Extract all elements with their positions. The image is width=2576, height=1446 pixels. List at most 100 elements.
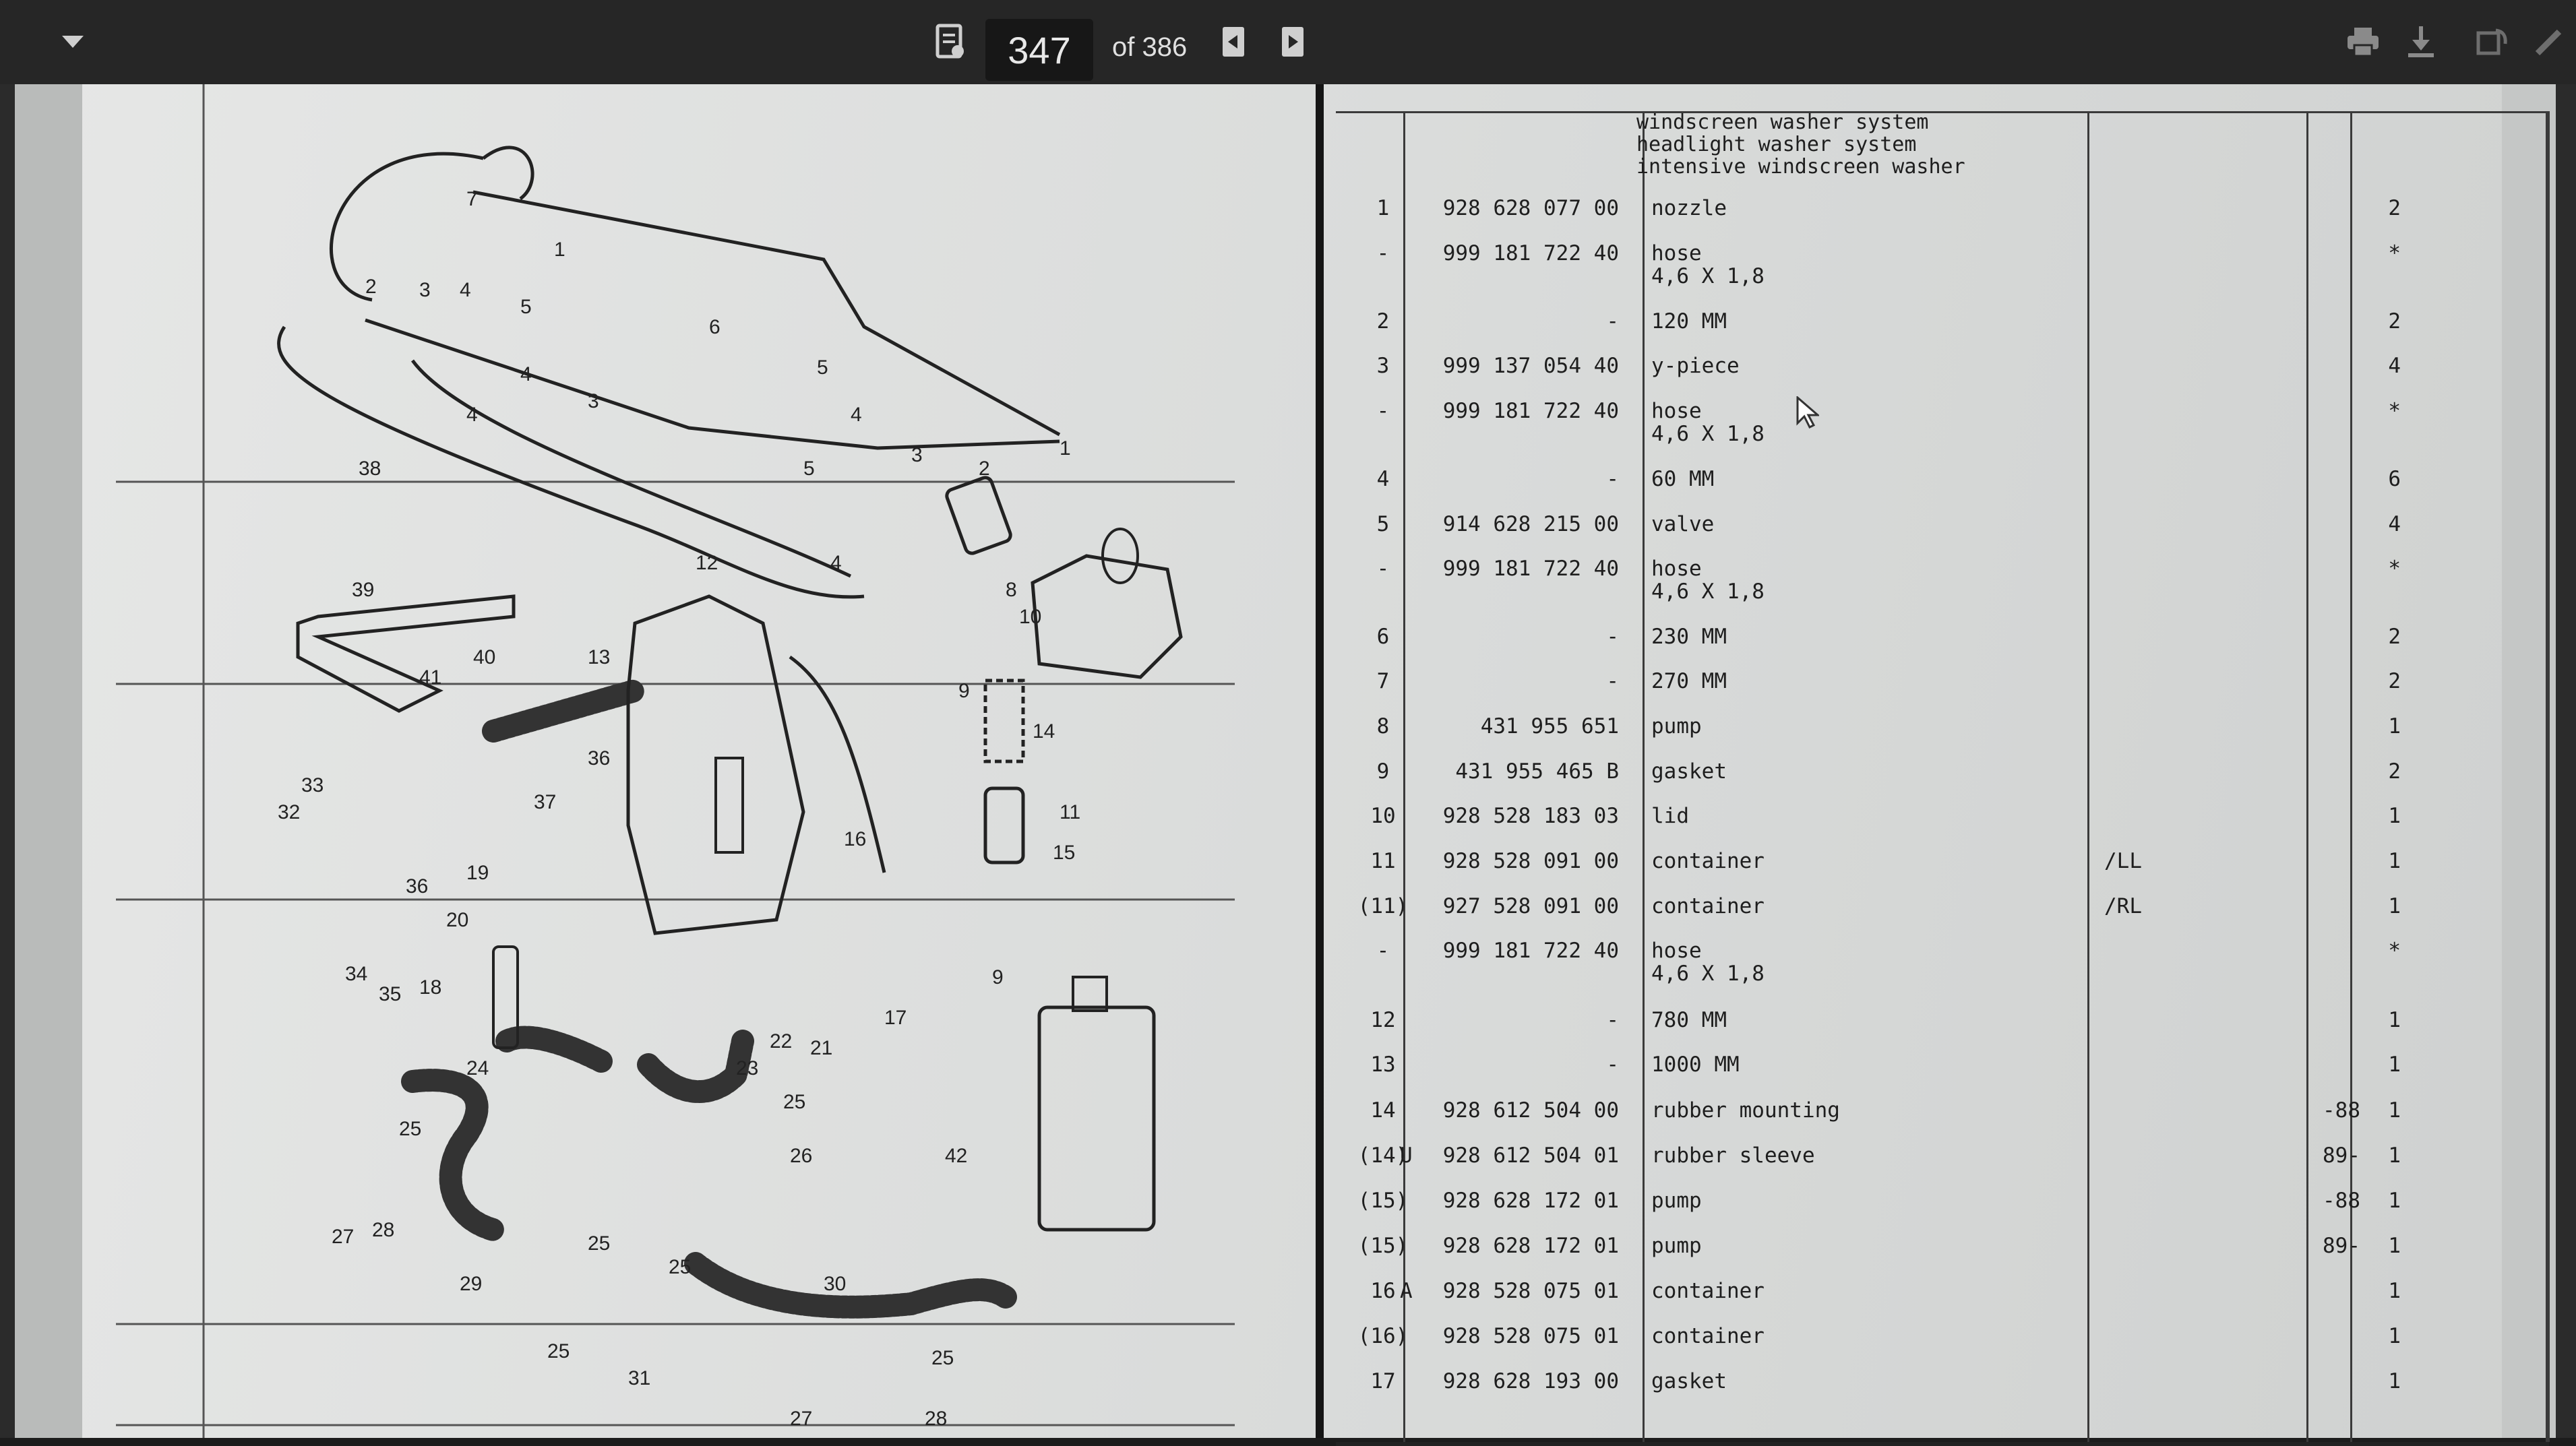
svg-text:12: 12 <box>696 552 718 574</box>
menu-dropdown-icon[interactable] <box>53 22 93 62</box>
parts-cell-ref: 1 <box>1376 196 1390 220</box>
parts-cell-remark: /RL <box>2104 894 2142 918</box>
parts-cell-ref: 9 <box>1376 759 1390 784</box>
parts-cell-qty: * <box>2388 939 2401 963</box>
parts-cell-desc: container <box>1651 1279 1765 1303</box>
svg-text:25: 25 <box>931 1347 954 1369</box>
svg-text:28: 28 <box>925 1408 947 1430</box>
svg-text:13: 13 <box>588 646 610 668</box>
parts-cell-qty: 1 <box>2388 804 2401 828</box>
document-properties-icon[interactable] <box>930 22 971 62</box>
download-icon[interactable] <box>2401 22 2441 62</box>
parts-cell-ref: 2 <box>1376 309 1390 334</box>
parts-cell-desc: hose <box>1651 939 1702 963</box>
parts-cell-desc2: 4,6 X 1,8 <box>1651 422 1765 446</box>
svg-text:33: 33 <box>301 774 324 796</box>
svg-text:2: 2 <box>365 276 377 298</box>
section-heading: windscreen washer system headlight washe… <box>1636 111 1965 178</box>
svg-text:1: 1 <box>1060 437 1071 460</box>
page-number-input[interactable]: 347 <box>985 19 1093 81</box>
parts-cell-ref: 3 <box>1376 354 1390 378</box>
svg-text:7: 7 <box>466 188 478 210</box>
svg-text:22: 22 <box>770 1030 792 1052</box>
parts-cell-ref: (16) <box>1357 1324 1409 1348</box>
svg-text:1: 1 <box>554 239 565 261</box>
parts-cell-desc: 120 MM <box>1651 309 1727 334</box>
svg-text:18: 18 <box>419 976 441 999</box>
parts-cell-qty: 2 <box>2388 309 2401 334</box>
parts-cell-qty: 1 <box>2388 1008 2401 1032</box>
parts-row: (14) 928 612 504 01 rubber sleeve 89- 1 U <box>1336 1143 2549 1188</box>
parts-row: 12 - 780 MM 1 <box>1336 1008 2549 1052</box>
parts-cell-desc: pump <box>1651 714 1702 738</box>
parts-cell-ref: - <box>1376 399 1390 423</box>
svg-text:2: 2 <box>979 458 990 480</box>
parts-cell-ref: 10 <box>1370 804 1396 828</box>
document-viewport[interactable]: 712 345 654 321 443 5 4 38 39 12 13 8 10 9 11 1… <box>0 84 2576 1446</box>
parts-cell-remark: /LL <box>2104 849 2142 873</box>
svg-text:25: 25 <box>669 1256 691 1278</box>
parts-cell-ref: 11 <box>1370 849 1396 873</box>
svg-text:39: 39 <box>352 579 374 601</box>
parts-cell-desc: 780 MM <box>1651 1008 1727 1032</box>
parts-cell-qty: * <box>2388 241 2401 265</box>
parts-cell-desc: rubber sleeve <box>1651 1143 1815 1168</box>
svg-text:25: 25 <box>588 1232 610 1255</box>
svg-text:3: 3 <box>419 279 431 301</box>
parts-row: (11) 927 528 091 00 container/RL 1 <box>1336 894 2549 939</box>
parts-cell-desc: pump <box>1651 1189 1702 1213</box>
parts-cell-qty: 6 <box>2388 467 2401 491</box>
svg-text:38: 38 <box>359 458 381 480</box>
svg-text:9: 9 <box>992 966 1004 988</box>
parts-row: - 999 181 722 40 hose * 4,6 X 1,8 <box>1336 399 2549 446</box>
edit-icon[interactable] <box>2529 22 2569 62</box>
next-page-icon[interactable] <box>1272 22 1313 62</box>
parts-cell-desc: rubber mounting <box>1651 1098 1840 1123</box>
svg-text:25: 25 <box>399 1118 421 1140</box>
parts-cell-part: 928 628 077 00 <box>1442 196 1619 220</box>
parts-cell-qty: * <box>2388 399 2401 423</box>
rotate-icon[interactable] <box>2472 22 2513 62</box>
parts-cell-part: - <box>1606 1052 1619 1077</box>
parts-row: 9 431 955 465 B gasket 2 <box>1336 759 2549 804</box>
parts-cell-qty: 1 <box>2388 1324 2401 1348</box>
svg-text:21: 21 <box>810 1037 832 1059</box>
svg-text:4: 4 <box>466 404 478 426</box>
parts-row: 2 - 120 MM 2 <box>1336 309 2549 354</box>
parts-cell-desc2: 4,6 X 1,8 <box>1651 264 1765 288</box>
svg-text:40: 40 <box>473 646 495 668</box>
parts-cell-part: 928 612 504 01 <box>1442 1143 1619 1168</box>
parts-cell-qty: 2 <box>2388 669 2401 693</box>
parts-cell-part: 999 181 722 40 <box>1442 241 1619 265</box>
svg-text:30: 30 <box>824 1273 846 1295</box>
svg-text:14: 14 <box>1033 720 1055 743</box>
parts-cell-desc: 230 MM <box>1651 625 1727 649</box>
parts-cell-qty: 1 <box>2388 714 2401 738</box>
svg-text:34: 34 <box>345 963 367 985</box>
parts-cell-desc: lid <box>1651 804 1689 828</box>
parts-cell-desc: pump <box>1651 1234 1702 1258</box>
parts-cell-desc: container <box>1651 849 1765 873</box>
parts-cell-ref: (11) <box>1357 894 1409 918</box>
parts-cell-qty: 2 <box>2388 625 2401 649</box>
parts-row: - 999 181 722 40 hose * 4,6 X 1,8 <box>1336 241 2549 288</box>
parts-cell-ref: 14 <box>1370 1098 1396 1123</box>
parts-cell-qty: 1 <box>2388 894 2401 918</box>
print-icon[interactable] <box>2343 22 2383 62</box>
svg-text:19: 19 <box>466 862 489 884</box>
previous-page-icon[interactable] <box>1213 22 1254 62</box>
svg-text:4: 4 <box>460 279 471 301</box>
parts-cell-desc2: 4,6 X 1,8 <box>1651 962 1765 986</box>
parts-cell-part: - <box>1606 309 1619 334</box>
parts-cell-part: - <box>1606 1008 1619 1032</box>
parts-row: 3 999 137 054 40 y-piece 4 <box>1336 354 2549 398</box>
parts-cell-desc: container <box>1651 1324 1765 1348</box>
parts-row: 5 914 628 215 00 valve 4 <box>1336 512 2549 557</box>
parts-row: 1 928 628 077 00 nozzle 2 <box>1336 196 2549 241</box>
parts-cell-qty: 1 <box>2388 849 2401 873</box>
parts-cell-part: - <box>1606 467 1619 491</box>
parts-cell-qty: 1 <box>2388 1369 2401 1393</box>
parts-row: - 999 181 722 40 hose * 4,6 X 1,8 <box>1336 557 2549 604</box>
parts-cell-part: 928 628 172 01 <box>1442 1234 1619 1258</box>
parts-cell-part: 999 181 722 40 <box>1442 399 1619 423</box>
